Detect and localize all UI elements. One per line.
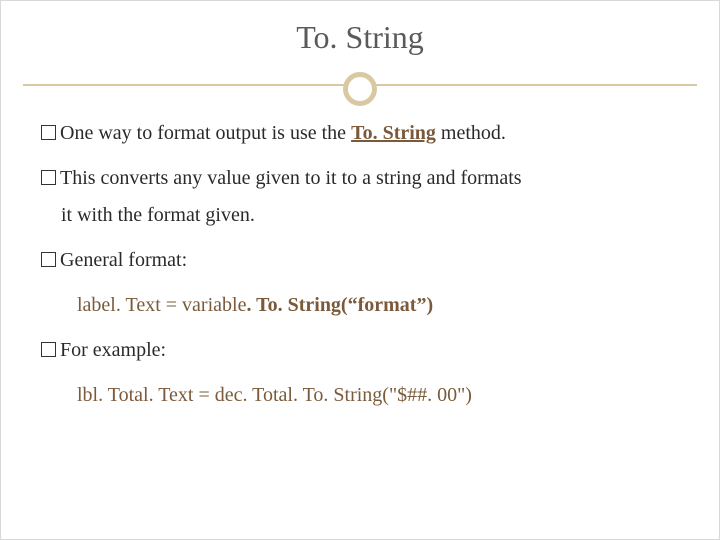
- code-line-2: lbl. Total. Text = dec. Total. To. Strin…: [77, 382, 679, 409]
- bullet-box-icon: [41, 342, 56, 357]
- bullet-box-icon: [41, 170, 56, 185]
- slide-body: One way to format output is use the To. …: [1, 102, 719, 409]
- bullet-4: For example:: [41, 337, 679, 364]
- bullet-box-icon: [41, 125, 56, 140]
- title-divider: [1, 66, 719, 102]
- code-line-1: label. Text = variable. To. String(“form…: [77, 292, 679, 319]
- slide: To. String One way to format output is u…: [0, 0, 720, 540]
- bullet-1-text-pre: One way to format output is use the: [60, 122, 351, 144]
- bullet-2-text-line1: This converts any value given to it to a…: [60, 167, 522, 189]
- code-line-1a: label. Text = variable: [77, 294, 246, 316]
- bullet-2-line1: This converts any value given to it to a…: [41, 165, 679, 192]
- bullet-2-line2: it with the format given.: [61, 202, 679, 229]
- divider-circle-icon: [343, 72, 377, 106]
- title-area: To. String: [1, 1, 719, 56]
- bullet-4-text: For example:: [60, 339, 166, 361]
- slide-title: To. String: [1, 19, 719, 56]
- bullet-3: General format:: [41, 247, 679, 274]
- bullet-1: One way to format output is use the To. …: [41, 120, 679, 147]
- code-line-1b: . To. String(“format”): [246, 294, 433, 316]
- bullet-1-keyword: To. String: [351, 122, 436, 144]
- bullet-box-icon: [41, 252, 56, 267]
- bullet-3-text: General format:: [60, 249, 187, 271]
- bullet-1-text-post: method.: [436, 122, 506, 144]
